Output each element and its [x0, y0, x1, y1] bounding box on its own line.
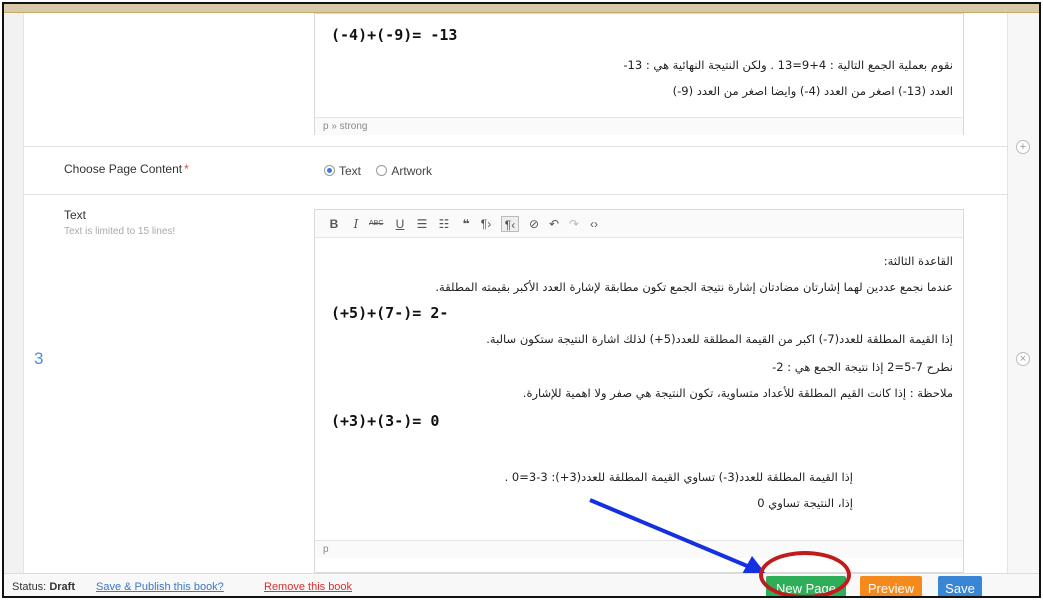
choose-content-label: Choose Page Content *: [64, 162, 189, 176]
text-field-hint: Text is limited to 15 lines!: [64, 226, 176, 237]
previous-editor[interactable]: (-4)+(-9)= -13 نقوم بعملية الجمع التالية…: [314, 13, 964, 135]
app-window: (-4)+(-9)= -13 نقوم بعملية الجمع التالية…: [2, 2, 1041, 598]
source-code-button[interactable]: ‹›: [587, 216, 601, 232]
content-line-3: نطرح 7-5=2 إذا نتيجة الجمع هي : 2-: [772, 360, 953, 374]
content-math-1: (+5)+(7-)= 2-: [331, 304, 449, 322]
radio-checked-icon: [324, 165, 335, 176]
status-text: Status: Draft: [12, 581, 75, 593]
row-divider: [24, 194, 1007, 195]
radio-text-label: Text: [339, 164, 362, 178]
remove-book-link[interactable]: Remove this book: [264, 581, 352, 593]
strikethrough-button[interactable]: ABC: [369, 216, 383, 232]
preview-button[interactable]: Preview: [860, 576, 922, 596]
content-heading: القاعدة الثالثة:: [883, 254, 953, 268]
numbered-list-button[interactable]: ☷: [437, 216, 451, 232]
content-line-5: إذا القيمة المطلقة للعدد(3-) تساوي القيم…: [504, 470, 853, 484]
required-mark: *: [184, 162, 189, 176]
ltr-button[interactable]: ¶›: [479, 216, 493, 232]
content-line-1: عندما نجمع عددين لهما إشارتان مضادتان إش…: [435, 280, 953, 294]
prev-math-line: (-4)+(-9)= -13: [331, 26, 458, 44]
left-gutter: [4, 13, 24, 573]
bullet-list-button[interactable]: ☰: [415, 216, 429, 232]
content-line-4: ملاحظة : إذا كانت القيم المطلقة للأعداد …: [522, 386, 953, 400]
plus-icon[interactable]: +: [1016, 140, 1030, 154]
save-publish-link[interactable]: Save & Publish this book?: [96, 581, 224, 593]
content-math-2: (+3)+(3-)= 0: [331, 412, 440, 430]
choose-content-label-text: Choose Page Content: [64, 162, 183, 176]
content-type-radio-group: Text Artwork: [324, 164, 432, 178]
radio-artwork-label: Artwork: [391, 164, 433, 178]
row-divider: [24, 146, 1007, 147]
redo-button[interactable]: ↷: [567, 216, 581, 232]
top-strip: [4, 4, 1039, 13]
prev-text-line-1: نقوم بعملية الجمع التالية : 4+9=13 . ولك…: [623, 58, 953, 72]
italic-button[interactable]: I: [349, 216, 363, 232]
status-bar: Status: Draft Save & Publish this book? …: [4, 573, 1039, 596]
prev-text-line-2: العدد (13-) اصغر من العدد (4-) وايضا اصغ…: [672, 84, 953, 98]
bold-button[interactable]: B: [327, 216, 341, 232]
radio-text[interactable]: Text: [324, 164, 361, 178]
clear-format-button[interactable]: ⊘: [527, 216, 541, 232]
editor-path-bar: p » strong: [315, 117, 963, 135]
rtl-button[interactable]: ¶‹: [501, 216, 519, 232]
annotation-arrow-icon: [589, 498, 766, 574]
content-line-2: إذا القيمة المطلقة للعدد(7-) اكبر من الق…: [486, 332, 953, 346]
blockquote-button[interactable]: ❝: [459, 216, 473, 232]
undo-button[interactable]: ↶: [547, 216, 561, 232]
annotation-circle-icon: [759, 551, 851, 596]
status-label: Status:: [12, 581, 47, 593]
editor-toolbar: B I ABC U ☰ ☷ ❝ ¶› ¶‹ ⊘ ↶ ↷ ‹›: [315, 210, 963, 238]
right-gutter: [1007, 13, 1039, 573]
row-number: 3: [34, 349, 44, 368]
radio-artwork[interactable]: Artwork: [376, 164, 432, 178]
text-field-label: Text: [64, 208, 87, 222]
status-value: Draft: [49, 581, 75, 593]
save-button[interactable]: Save: [938, 576, 982, 596]
radio-unchecked-icon: [376, 165, 388, 176]
underline-button[interactable]: U: [393, 216, 407, 232]
close-icon[interactable]: ×: [1016, 352, 1030, 366]
